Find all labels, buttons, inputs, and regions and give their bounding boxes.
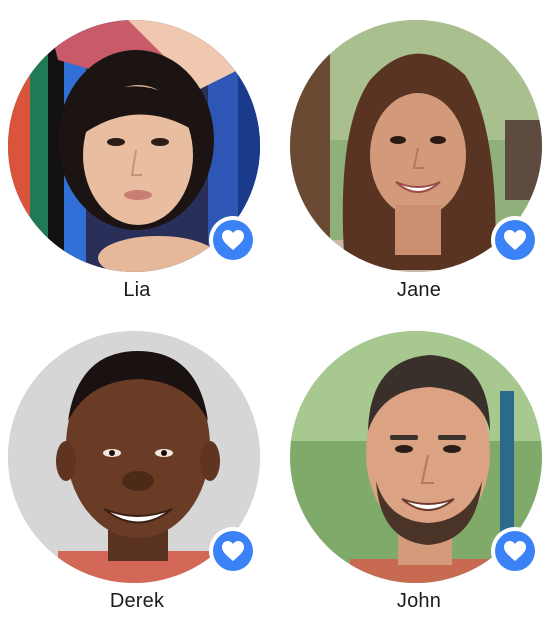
favorite-badge[interactable]	[209, 216, 257, 264]
favorite-badge[interactable]	[491, 527, 539, 575]
heart-icon	[222, 541, 244, 561]
contact-card-john[interactable]: John	[288, 311, 548, 612]
favorite-badge[interactable]	[491, 216, 539, 264]
heart-icon	[504, 541, 526, 561]
favorite-badge-fill	[213, 220, 253, 260]
favorite-badge-fill	[213, 531, 253, 571]
contact-name: Derek	[109, 590, 165, 612]
contact-name: Lia	[123, 279, 151, 301]
contact-name: Jane	[396, 279, 442, 301]
contact-card-lia[interactable]: Lia	[6, 0, 266, 301]
heart-icon	[504, 230, 526, 250]
favorite-badge-fill	[495, 220, 535, 260]
favorite-badge[interactable]	[209, 527, 257, 575]
favorite-badge-fill	[495, 531, 535, 571]
contact-card-derek[interactable]: Derek	[6, 311, 266, 612]
contact-card-jane[interactable]: Jane	[288, 0, 548, 301]
heart-icon	[222, 230, 244, 250]
contact-name: John	[396, 590, 442, 612]
